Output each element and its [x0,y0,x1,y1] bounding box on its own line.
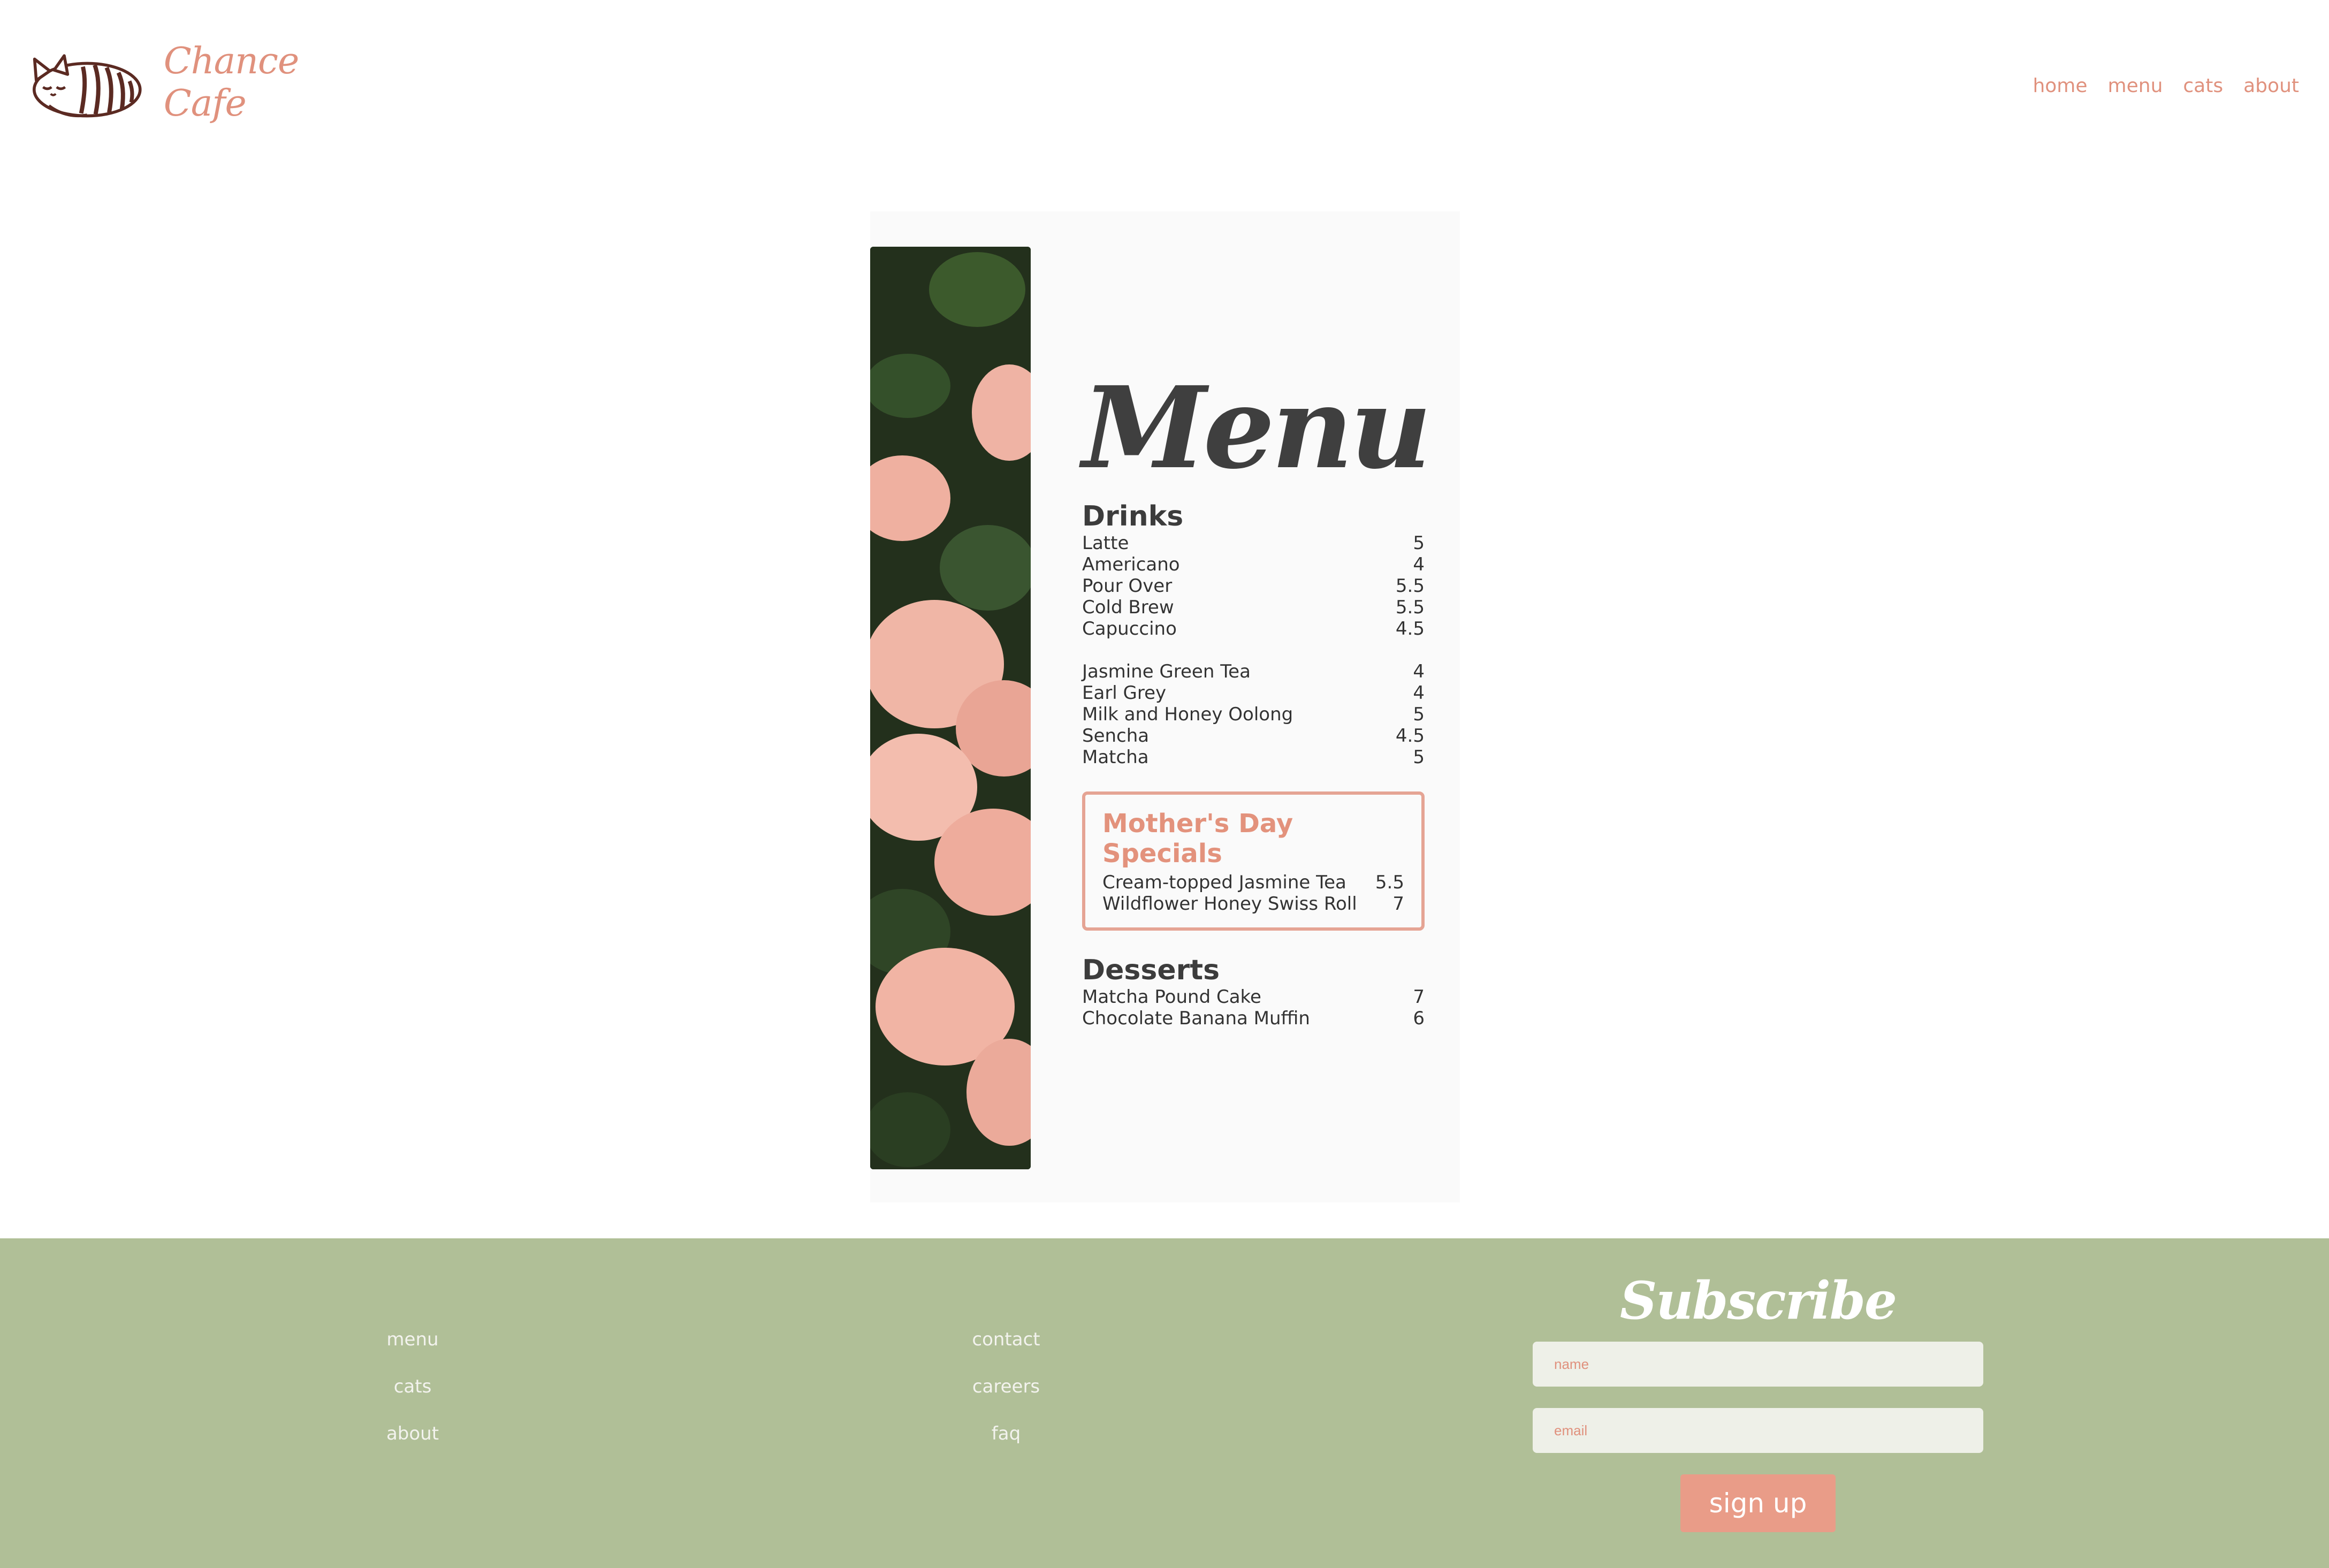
item-price: 5.5 [1375,872,1404,893]
list-item: Jasmine Green Tea 4 [1082,661,1425,682]
brand-name: Chance Cafe [163,40,300,125]
item-price: 4.5 [1395,618,1425,640]
item-price: 5 [1413,704,1425,725]
item-price: 4.5 [1395,725,1425,747]
nav-menu[interactable]: menu [2108,75,2163,97]
item-name: Jasmine Green Tea [1082,661,1251,682]
item-price: 6 [1413,1008,1425,1029]
footer-link-cats[interactable]: cats [394,1376,432,1397]
list-item: Americano 4 [1082,554,1425,575]
nav-about[interactable]: about [2243,75,2299,97]
item-name: Cold Brew [1082,597,1174,618]
footer-link-about[interactable]: about [386,1424,439,1444]
specials-title: Mother's Day Specials [1102,809,1293,869]
menu-title: Menu [1082,362,1432,494]
list-item: Capuccino 4.5 [1082,618,1425,640]
item-name: Cream-topped Jasmine Tea [1102,872,1346,893]
subscribe-form: Subscribe sign up [1533,1270,1983,1532]
item-price: 5.5 [1395,597,1425,618]
item-name: Milk and Honey Oolong [1082,704,1293,725]
item-name: Matcha [1082,747,1149,768]
drinks-title: Drinks [1082,500,1184,532]
item-price: 4 [1413,682,1425,704]
list-item: Matcha 5 [1082,747,1425,768]
item-price: 5 [1413,747,1425,768]
footer-links-primary: menu cats about [306,1329,520,1444]
item-name: Latte [1082,532,1129,554]
item-name: Chocolate Banana Muffin [1082,1008,1310,1029]
item-price: 7 [1413,986,1425,1008]
flower-photo [870,247,1031,1169]
sign-up-button[interactable]: sign up [1680,1474,1836,1532]
item-price: 7 [1392,893,1404,915]
site-header: Chance Cafe home menu cats about [0,0,2329,177]
footer-links-secondary: contact careers faq [899,1329,1113,1444]
site-footer: menu cats about contact careers faq Subs… [0,1238,2329,1568]
footer-link-faq[interactable]: faq [992,1424,1021,1444]
list-item: Sencha 4.5 [1082,725,1425,747]
item-price: 4 [1413,661,1425,682]
nav-home[interactable]: home [2033,75,2087,97]
list-item: Chocolate Banana Muffin 6 [1082,1008,1425,1029]
item-price: 4 [1413,554,1425,575]
specials-box: Mother's Day Specials Cream-topped Jasmi… [1082,791,1425,931]
item-name: Americano [1082,554,1180,575]
menu-card: Menu Drinks Latte 5 Americano 4 Pour Over 5… [870,211,1460,1202]
list-item: Wildflower Honey Swiss Roll 7 [1102,893,1404,915]
item-name: Sencha [1082,725,1150,747]
desserts-title: Desserts [1082,954,1220,986]
item-name: Pour Over [1082,575,1173,597]
item-name: Wildflower Honey Swiss Roll [1102,893,1357,915]
subscribe-title: Subscribe [1620,1270,1897,1331]
email-field[interactable] [1533,1408,1983,1453]
list-item: Pour Over 5.5 [1082,575,1425,597]
footer-link-careers[interactable]: careers [972,1376,1040,1397]
list-item: Matcha Pound Cake 7 [1082,986,1425,1008]
footer-link-menu[interactable]: menu [386,1329,438,1350]
nav-cats[interactable]: cats [2183,75,2223,97]
menu-content: Menu Drinks Latte 5 Americano 4 Pour Over 5… [1082,362,1432,1029]
sleeping-cat-icon [33,54,142,118]
list-item: Earl Grey 4 [1082,682,1425,704]
item-price: 5.5 [1395,575,1425,597]
list-item: Cold Brew 5.5 [1082,597,1425,618]
divider [1082,640,1425,661]
main-nav: home menu cats about [2033,75,2299,97]
list-item: Milk and Honey Oolong 5 [1082,704,1425,725]
brand-logo[interactable]: Chance Cafe [24,34,345,131]
list-item: Latte 5 [1082,532,1425,554]
name-field[interactable] [1533,1342,1983,1387]
item-name: Matcha Pound Cake [1082,986,1261,1008]
list-item: Cream-topped Jasmine Tea 5.5 [1102,872,1404,893]
item-name: Capuccino [1082,618,1177,640]
footer-link-contact[interactable]: contact [972,1329,1040,1350]
item-price: 5 [1413,532,1425,554]
item-name: Earl Grey [1082,682,1167,704]
